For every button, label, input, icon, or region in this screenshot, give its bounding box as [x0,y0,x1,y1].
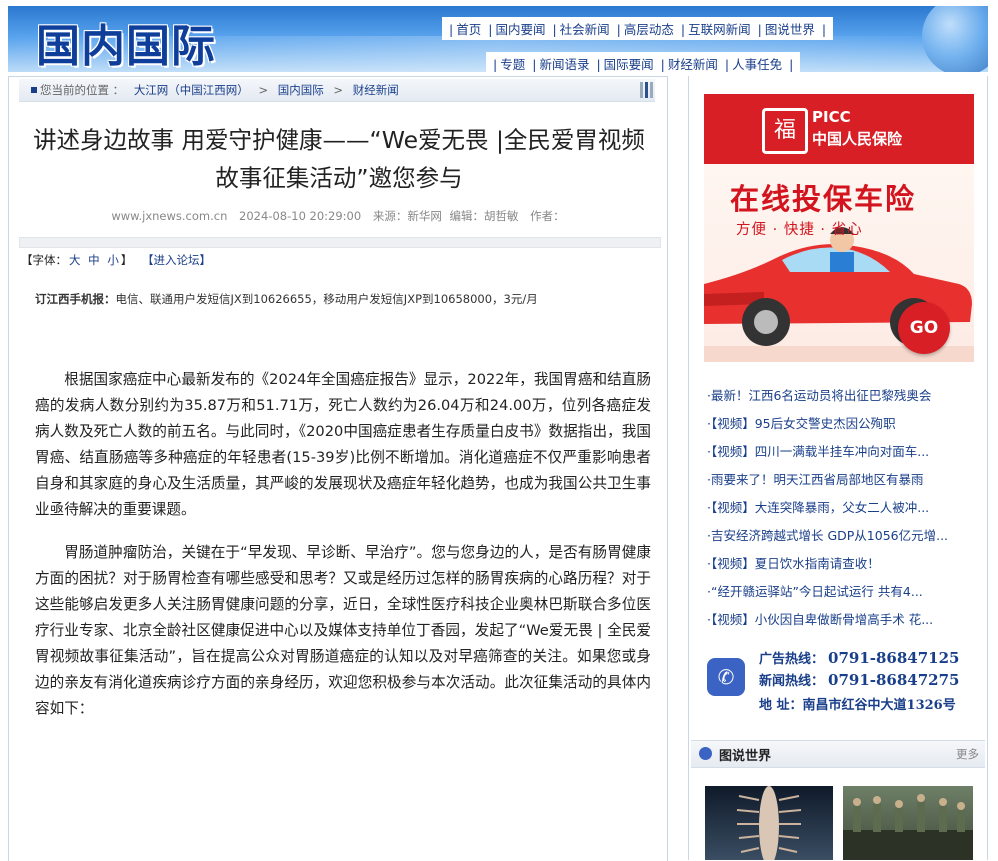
creature-photo-icon [736,786,802,860]
paragraph: 根据国家癌症中心最新发布的《2024年全国癌症报告》显示，2022年，我国胃癌和… [35,371,651,518]
ad-hotline-phone: 0791-86847125 [828,649,960,667]
article-meta: www.jxnews.com.cn 2024-08-10 20:29:00 来源… [9,208,667,224]
phone-icon: ✆ [707,658,745,696]
meta-site: www.jxnews.com.cn [111,209,228,223]
picc-headline: 在线投保车险 [730,182,917,216]
hotline-box: ✆ 广告热线： 0791-86847125 新闻热线： 0791-86847275 … [705,644,977,714]
nav-special[interactable]: 专题 [500,57,525,72]
meta-editor: 编辑：胡哲敏 [449,209,519,223]
news-hotline: 新闻热线： 0791-86847275 [759,670,960,689]
channel-logo[interactable]: 国内国际 [36,10,216,72]
gallery-header: 图说世界 更多 [691,740,985,768]
side-news-item[interactable]: ·【视频】夏日饮水指南请查收！ [707,556,880,571]
picc-brand-cn: 中国人民保险 [812,130,903,148]
breadcrumb-separator: > [333,83,344,97]
side-news-item[interactable]: ·“经开赣运驿站”今日起试运行 共有4... [707,584,923,599]
font-size-close: 】 [120,253,133,267]
side-news-item[interactable]: ·【视频】小伙因自卑做断骨增高手术 花... [707,612,933,627]
side-news-item[interactable]: ·【视频】95后女交警史杰因公殉职 [707,416,896,431]
gallery-title[interactable]: 图说世界 [719,745,771,764]
meta-source: 来源：新华网 [372,209,442,223]
gallery-thumb-1[interactable] [705,786,833,860]
article-body: 根据国家癌症中心最新发布的《2024年全国癌症报告》显示，2022年，我国胃癌和… [35,367,651,739]
article-title: 讲述身边故事 用爱守护健康——“We爱无畏 |全民爱胃视频故事征集活动”邀您参与 [33,126,645,192]
nav-internet[interactable]: 互联网新闻 [688,22,751,37]
article-column: 您当前的位置 ： 大江网（中国江西网） > 国内国际 > 财经新闻 讲述身边故事… [8,76,668,861]
side-news-list: ·最新！江西6名运动员将出征巴黎残奥会 ·【视频】95后女交警史杰因公殉职 ·【… [707,382,979,634]
picc-brand: PICC [812,108,851,126]
side-news-item[interactable]: ·【视频】大连突降暴雨，父女二人被冲... [707,500,929,515]
picc-ad-body: 在线投保车险 方便 · 快捷 · 省心 GO [704,164,974,362]
address-value: 南昌市红谷中大道1326号 [802,698,956,713]
font-small-link[interactable]: 小 [107,253,119,267]
gallery-thumb-2[interactable] [843,786,973,860]
paragraph: 胃肠道肿瘤防治，关键在于“早发现、早诊断、早治疗”。您与您身边的人，是否有肠胃健… [35,544,651,717]
globe-bullet-icon [699,747,712,760]
breadcrumb-item-jxnews[interactable]: 大江网（中国江西网） [134,83,249,97]
breadcrumb-item-domestic[interactable]: 国内国际 [278,83,324,97]
address-label: 地 址： [759,698,803,713]
font-medium-link[interactable]: 中 [88,253,100,267]
divider-bar [19,237,661,248]
font-size-label: 【字体： [21,253,67,267]
nav-society[interactable]: 社会新闻 [560,22,610,37]
forum-link[interactable]: 【进入论坛】 [142,253,211,267]
side-news-item[interactable]: ·【视频】四川一满载半挂车冲向对面车... [707,444,929,459]
font-size-controls: 【字体：大 中 小】 【进入论坛】 [21,252,213,268]
breadcrumb-item-finance[interactable]: 财经新闻 [353,83,399,97]
right-sidebar: 福 PICC 中国人民保险 在线投保车险 方便 · 快捷 · 省心 GO ·最新… [688,76,988,860]
gallery-more-link[interactable]: 更多 [956,746,979,762]
site-header: 国内国际 | 首页 | 国内要闻 | 社会新闻 | 高层动态 | 互联网新闻 | 图说世界 … [8,6,988,72]
news-hotline-phone: 0791-86847275 [828,671,960,689]
picc-ad-header: 福 PICC 中国人民保险 [704,94,974,164]
side-news-item[interactable]: ·最新！江西6名运动员将出征巴黎残奥会 [707,388,931,403]
nav-leaders[interactable]: 高层动态 [624,22,674,37]
meta-datetime: 2024-08-10 20:29:00 [239,209,362,223]
breadcrumb-prefix: 您当前的位置 ： [40,83,125,97]
address-line: 地 址：南昌市红谷中大道1326号 [759,694,956,713]
picc-go-button[interactable]: GO [898,302,950,354]
picc-ad-banner[interactable]: 福 PICC 中国人民保险 在线投保车险 方便 · 快捷 · 省心 GO [704,94,974,362]
nav-appointments[interactable]: 人事任免 [732,57,782,72]
picc-slogan: 方便 · 快捷 · 省心 [736,222,863,238]
ad-hotline-label: 广告热线： [759,652,825,667]
soldiers-photo-icon [843,794,973,860]
news-hotline-label: 新闻热线： [759,674,825,689]
top-nav-row2: | 专题 | 新闻语录 | 国际要闻 | 财经新闻 | 人事任免 | [486,52,801,72]
nav-domestic[interactable]: 国内要闻 [495,22,545,37]
subscribe-label: 订江西手机报： [35,292,116,306]
subscribe-text: 电信、联通用户发短信JX到10626655，移动用户发短信JXP到1065800… [115,292,538,306]
square-bullet-icon [31,87,37,93]
nav-world-photo[interactable]: 图说世界 [765,22,815,37]
breadcrumb: 您当前的位置 ： 大江网（中国江西网） > 国内国际 > 财经新闻 [19,79,655,102]
bars-icon [638,82,653,98]
globe-icon [922,6,988,72]
picc-logo-icon: 福 [762,108,808,154]
ad-hotline: 广告热线： 0791-86847125 [759,648,960,667]
font-large-link[interactable]: 大 [69,253,81,267]
meta-author: 作者： [530,209,565,223]
side-news-item[interactable]: ·雨要来了！明天江西省局部地区有暴雨 [707,472,923,487]
breadcrumb-separator: > [258,83,269,97]
side-news-item[interactable]: ·吉安经济跨越式增长 GDP从1056亿元增... [707,528,948,543]
nav-home[interactable]: 首页 [456,22,481,37]
top-nav-row1: | 首页 | 国内要闻 | 社会新闻 | 高层动态 | 互联网新闻 | 图说世界 | [442,17,834,40]
nav-quotes[interactable]: 新闻语录 [539,57,589,72]
nav-international[interactable]: 国际要闻 [604,57,654,72]
nav-finance[interactable]: 财经新闻 [668,57,718,72]
subscribe-notice: 订江西手机报：电信、联通用户发短信JX到10626655，移动用户发短信JXP到… [35,291,538,307]
